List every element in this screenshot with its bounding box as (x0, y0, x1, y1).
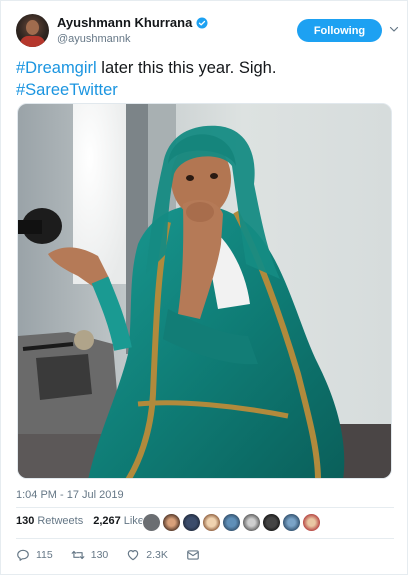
reply-icon (17, 549, 29, 561)
user-handle[interactable]: @ayushmannk (57, 33, 131, 45)
liker-avatar[interactable] (242, 513, 261, 532)
reply-count: 115 (36, 549, 53, 561)
divider (16, 538, 394, 539)
liker-avatar[interactable] (282, 513, 301, 532)
like-count: 2.3K (146, 549, 168, 561)
direct-message-button[interactable] (186, 548, 206, 562)
retweets-stat[interactable]: 130 Retweets (16, 515, 83, 527)
likes-count: 2,267 (93, 515, 121, 527)
likes-stat[interactable]: 2,267 Likes (93, 515, 149, 527)
tweet-header: Ayushmann Khurrana @ayushmannk Following (16, 14, 399, 50)
tweet-actions: 115 130 2.3K (16, 548, 224, 562)
tweet-body-text: later this this year. Sigh. (96, 59, 277, 77)
liker-avatar[interactable] (202, 513, 221, 532)
retweets-count: 130 (16, 515, 35, 527)
avatar[interactable] (16, 14, 49, 47)
verified-badge-icon (196, 17, 208, 28)
retweet-icon (71, 550, 85, 560)
retweets-label: Retweets (37, 515, 84, 527)
liker-avatar[interactable] (162, 513, 181, 532)
tweet-timestamp[interactable]: 1:04 PM - 17 Jul 2019 (16, 489, 124, 501)
retweet-count: 130 (90, 549, 109, 561)
following-button[interactable]: Following (297, 19, 382, 42)
like-button[interactable]: 2.3K (126, 548, 168, 562)
tweet-photo[interactable] (17, 103, 392, 479)
envelope-icon (187, 550, 199, 560)
name-row: Ayushmann Khurrana (57, 15, 208, 30)
liker-avatar[interactable] (262, 513, 281, 532)
liker-avatar[interactable] (222, 513, 241, 532)
photo-illustration (18, 104, 391, 478)
liker-avatar[interactable] (302, 513, 321, 532)
heart-icon (128, 550, 139, 561)
liker-avatar[interactable] (182, 513, 201, 532)
reply-button[interactable]: 115 (16, 548, 53, 562)
divider (16, 507, 394, 508)
display-name[interactable]: Ayushmann Khurrana (57, 15, 192, 30)
liker-avatars (142, 513, 322, 532)
retweet-button[interactable]: 130 (71, 548, 109, 562)
tweet-text: #Dreamgirl later this this year. Sigh. #… (16, 57, 396, 101)
engagement-stats: 130 Retweets 2,267 Likes (16, 515, 159, 527)
liker-avatar[interactable] (142, 513, 161, 532)
tweet-card: Ayushmann Khurrana @ayushmannk Following… (0, 0, 408, 575)
hashtag-dreamgirl[interactable]: #Dreamgirl (16, 59, 97, 77)
chevron-down-icon[interactable] (388, 23, 400, 35)
hashtag-sareetwitter[interactable]: #SareeTwitter (16, 81, 118, 99)
